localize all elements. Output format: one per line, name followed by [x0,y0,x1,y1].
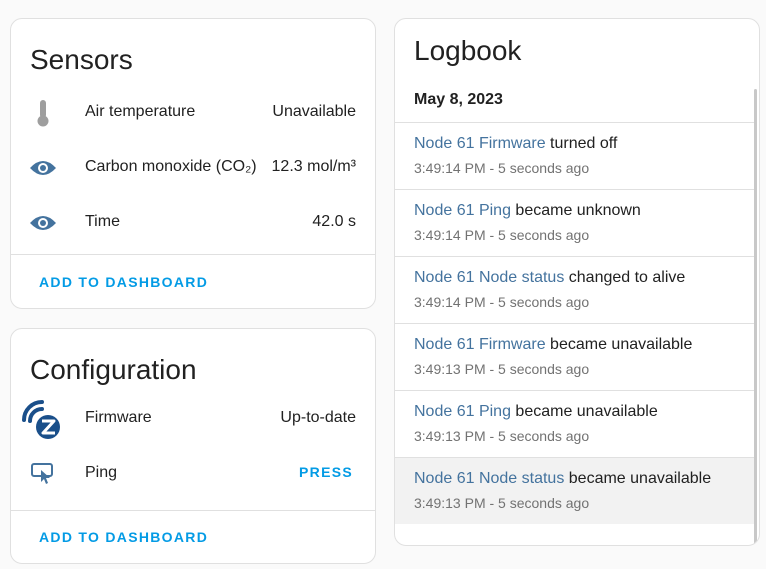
sensor-value: 42.0 s [312,213,356,230]
divider [11,510,375,511]
logbook-time: 3:49:14 PM - 5 seconds ago [414,294,590,310]
thermometer-icon [27,97,59,129]
logbook-action-text: became unknown [510,202,641,219]
sensor-name: Time [85,213,120,230]
configuration-card: Configuration Firmware Up-to-date Ping P… [10,328,376,564]
logbook-action-text: became unavailable [545,336,693,353]
logbook-entry: Node 61 Firmware turned off 3:49:14 PM -… [395,122,754,189]
logbook-action-text: turned off [545,135,618,152]
sensors-title: Sensors [30,44,133,75]
logbook-time: 3:49:13 PM - 5 seconds ago [414,428,590,444]
logbook-time: 3:49:13 PM - 5 seconds ago [414,495,590,511]
logbook-time: 3:49:14 PM - 5 seconds ago [414,227,590,243]
eye-icon [27,207,59,239]
sensor-value: Unavailable [272,103,356,120]
config-row-ping[interactable]: Ping PRESS [11,450,375,505]
logbook-message: Node 61 Node status became unavailable [414,470,711,488]
config-name: Firmware [85,409,152,426]
zwave-icon [20,398,66,444]
add-to-dashboard-button[interactable]: ADD TO DASHBOARD [39,529,208,545]
entity-link[interactable]: Node 61 Firmware [414,336,546,353]
config-row-firmware[interactable]: Firmware Up-to-date [11,395,375,450]
entity-link[interactable]: Node 61 Firmware [414,135,546,152]
logbook-message: Node 61 Firmware became unavailable [414,336,692,354]
logbook-time: 3:49:14 PM - 5 seconds ago [414,160,590,176]
logbook-message: Node 61 Node status changed to alive [414,269,685,287]
press-button[interactable]: PRESS [299,464,353,480]
logbook-time: 3:49:13 PM - 5 seconds ago [414,361,590,377]
logbook-message: Node 61 Firmware turned off [414,135,617,153]
config-name: Ping [85,464,118,481]
logbook-card: Logbook May 8, 2023 Node 61 Firmware tur… [394,18,760,546]
logbook-date: May 8, 2023 [414,91,503,108]
logbook-entry: Node 61 Ping became unavailable 3:49:13 … [395,390,754,457]
logbook-message: Node 61 Ping became unavailable [414,403,658,421]
sensor-row-carbon-monoxide[interactable]: Carbon monoxide (CO₂) 12.3 mol/m³ [11,144,375,199]
sensor-value: 12.3 mol/m³ [271,158,356,175]
logbook-entry: Node 61 Node status became unavailable 3… [395,457,754,524]
logbook-action-text: changed to alive [564,269,686,286]
add-to-dashboard-button[interactable]: ADD TO DASHBOARD [39,274,208,290]
sensor-name: Carbon monoxide (CO₂) [85,158,257,175]
logbook-entry: Node 61 Node status changed to alive 3:4… [395,256,754,323]
sensor-name: Air temperature [85,103,196,120]
entity-link[interactable]: Node 61 Ping [414,202,511,219]
logbook-entry: Node 61 Firmware became unavailable 3:49… [395,323,754,390]
config-value: Up-to-date [280,409,356,426]
logbook-message: Node 61 Ping became unknown [414,202,641,220]
gesture-tap-button-icon [27,458,59,490]
logbook-action-text: became unavailable [510,403,658,420]
sensors-card: Sensors Air temperature Unavailable Carb… [10,18,376,309]
logbook-entries: Node 61 Firmware turned off 3:49:14 PM -… [395,122,754,524]
entity-link[interactable]: Node 61 Node status [414,470,564,487]
entity-link[interactable]: Node 61 Ping [414,403,511,420]
entity-link[interactable]: Node 61 Node status [414,269,564,286]
logbook-action-text: became unavailable [564,470,712,487]
eye-icon [27,152,59,184]
logbook-scrollbar[interactable] [754,89,757,544]
logbook-entry: Node 61 Ping became unknown 3:49:14 PM -… [395,189,754,256]
sensor-row-air-temperature[interactable]: Air temperature Unavailable [11,89,375,144]
divider [11,254,375,255]
configuration-title: Configuration [30,354,197,385]
logbook-title: Logbook [414,35,522,66]
sensor-row-time[interactable]: Time 42.0 s [11,199,375,254]
